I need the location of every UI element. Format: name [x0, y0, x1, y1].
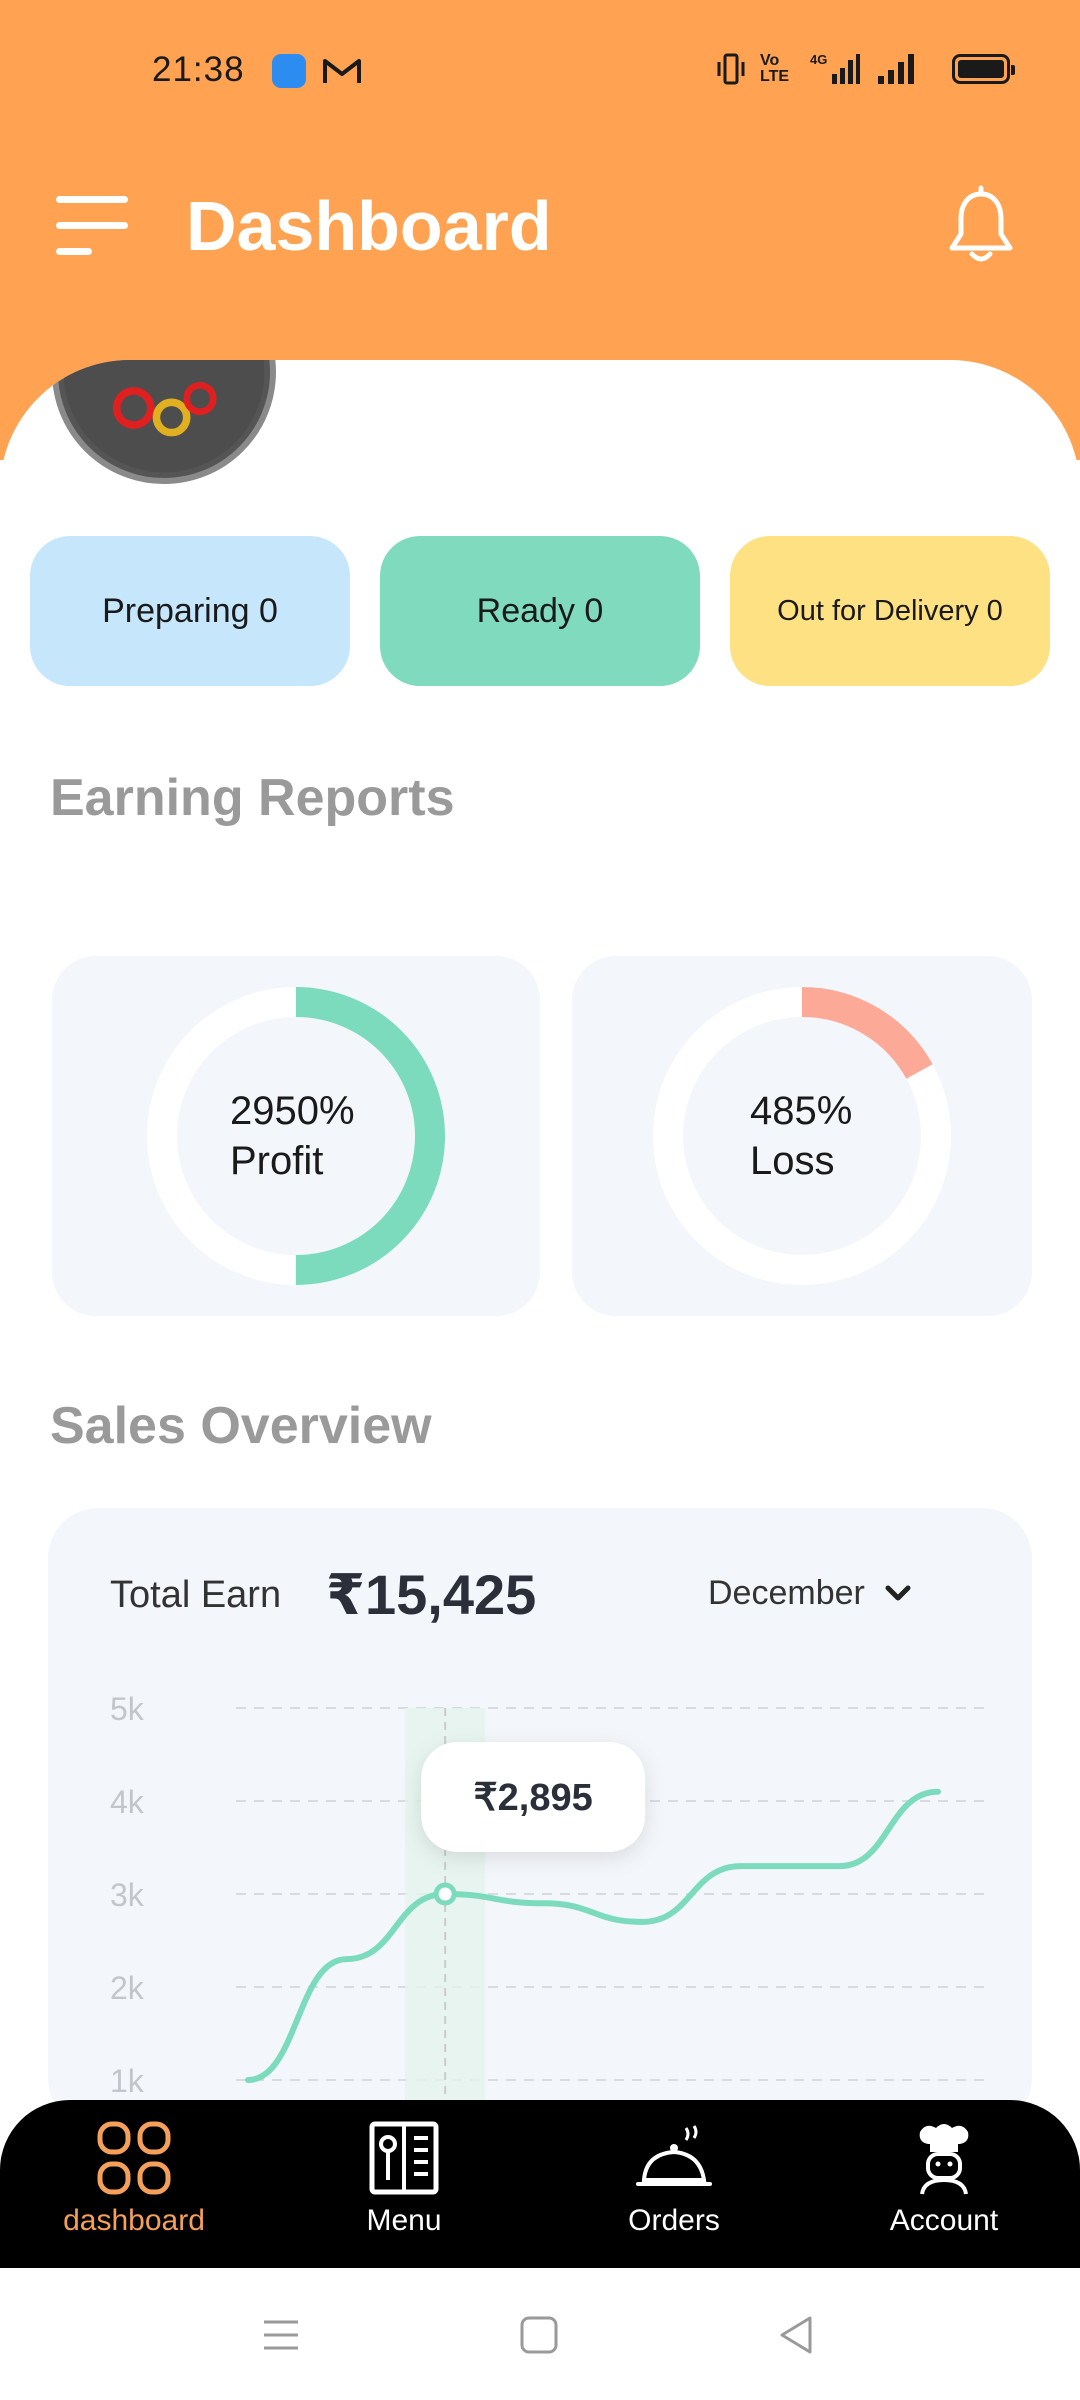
- hamburger-menu-button[interactable]: [52, 190, 132, 266]
- page-title: Dashboard: [186, 187, 552, 265]
- back-icon[interactable]: [772, 2310, 822, 2360]
- loss-label: 485% Loss: [750, 1086, 852, 1186]
- chart-y-tick-label: 2k: [110, 1970, 145, 2006]
- bottom-nav: dashboard Menu Orders Account: [0, 2100, 1080, 2268]
- nav-label-account: Account: [889, 2204, 999, 2237]
- nav-label-orders: Orders: [628, 2204, 720, 2237]
- status-bar: 21:38 Vo LTE 4G: [0, 0, 1080, 140]
- loss-card[interactable]: 485% Loss: [572, 956, 1032, 1316]
- out-for-delivery-chip[interactable]: Out for Delivery 0: [730, 536, 1050, 686]
- ready-chip[interactable]: Ready 0: [380, 536, 700, 686]
- profit-value: 2950%: [230, 1089, 355, 1133]
- sales-overview-card: Total Earn ₹15,425 December 5k 4k 3k 2k 1k ₹…: [48, 1508, 1032, 2128]
- volte-icon: Vo LTE: [760, 52, 790, 85]
- loss-value: 485%: [750, 1089, 853, 1133]
- dashboard-grid-icon: [97, 2121, 171, 2195]
- hamburger-line: [56, 222, 128, 229]
- paytm-icon: [272, 54, 306, 88]
- order-status-chips: Preparing 0 Ready 0 Out for Delivery 0: [30, 536, 1050, 686]
- status-indicators: Vo LTE 4G: [716, 52, 1015, 86]
- nav-item-orders[interactable]: Orders: [574, 2118, 774, 2258]
- avatar[interactable]: [52, 360, 276, 484]
- gmail-icon: [323, 59, 361, 83]
- chef-icon: [919, 2124, 969, 2195]
- profit-card[interactable]: 2950% Profit: [52, 956, 540, 1316]
- chart-tooltip-value: ₹2,895: [474, 1777, 593, 1819]
- svg-text:4G: 4G: [810, 52, 827, 67]
- chart-y-tick-label: 5k: [110, 1691, 145, 1727]
- chart-y-tick-label: 4k: [110, 1784, 145, 1820]
- nav-item-account[interactable]: Account: [844, 2118, 1044, 2258]
- vibrate-icon: [717, 53, 745, 85]
- hamburger-line: [56, 248, 92, 255]
- menu-book-icon: [369, 2121, 439, 2195]
- chart-y-tick-label: 1k: [110, 2063, 145, 2099]
- hamburger-line: [56, 196, 128, 203]
- nav-label-menu: Menu: [366, 2204, 442, 2237]
- sales-line-chart[interactable]: 5k 4k 3k 2k 1k ₹2,895: [48, 1678, 1032, 2128]
- signal-icon: [878, 54, 914, 84]
- home-icon[interactable]: [514, 2310, 564, 2360]
- chart-y-tick-label: 3k: [110, 1877, 145, 1913]
- month-dropdown[interactable]: December: [708, 1574, 913, 1613]
- chart-highlight-point[interactable]: [433, 1882, 457, 1906]
- nav-item-dashboard[interactable]: dashboard: [34, 2118, 234, 2258]
- sales-overview-title: Sales Overview: [50, 1397, 432, 1455]
- earning-reports-title: Earning Reports: [50, 769, 455, 827]
- chevron-down-icon: [885, 1585, 911, 1600]
- signal-4g-icon: 4G: [810, 52, 860, 84]
- chart-tooltip: ₹2,895: [421, 1742, 646, 1852]
- profit-label: 2950% Profit: [230, 1086, 355, 1186]
- loss-text: Loss: [750, 1139, 835, 1183]
- content-sheet: Preparing 0 Ready 0 Out for Delivery 0 E…: [0, 360, 1080, 2260]
- cloche-icon: [636, 2125, 712, 2186]
- status-time: 21:38: [152, 50, 245, 89]
- total-earn-value: ₹15,425: [326, 1563, 537, 1626]
- battery-icon: [952, 54, 1015, 84]
- nav-label-dashboard: dashboard: [63, 2204, 205, 2237]
- profit-text: Profit: [230, 1139, 324, 1183]
- month-dropdown-value: December: [708, 1574, 865, 1612]
- recent-apps-icon[interactable]: [256, 2310, 306, 2360]
- system-nav-bar: [0, 2268, 1080, 2400]
- chart-y-ticks: 5k 4k 3k 2k 1k: [110, 1691, 145, 2099]
- total-earn-label: Total Earn: [110, 1574, 282, 1616]
- notification-bell-icon[interactable]: [938, 184, 1024, 270]
- nav-item-menu[interactable]: Menu: [304, 2118, 504, 2258]
- preparing-chip[interactable]: Preparing 0: [30, 536, 350, 686]
